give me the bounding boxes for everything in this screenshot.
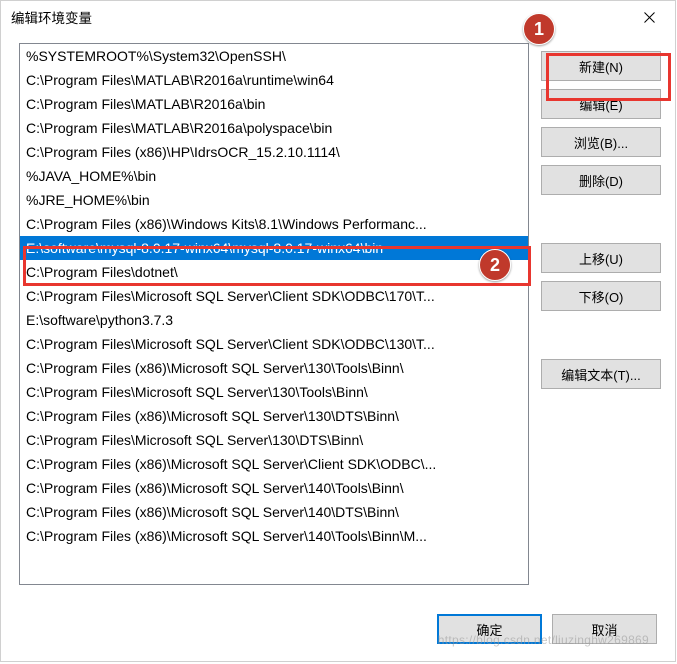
path-listbox[interactable]: %SYSTEMROOT%\System32\OpenSSH\C:\Program… xyxy=(19,43,529,585)
env-var-dialog: 编辑环境变量 %SYSTEMROOT%\System32\OpenSSH\C:\… xyxy=(0,0,676,662)
edit-text-button[interactable]: 编辑文本(T)... xyxy=(541,359,661,389)
list-wrapper: %SYSTEMROOT%\System32\OpenSSH\C:\Program… xyxy=(19,43,531,587)
annotation-badge-2: 2 xyxy=(479,249,511,281)
list-item[interactable]: C:\Program Files\Microsoft SQL Server\13… xyxy=(20,428,528,452)
annotation-badge-1: 1 xyxy=(523,13,555,45)
content-area: %SYSTEMROOT%\System32\OpenSSH\C:\Program… xyxy=(1,33,675,587)
close-icon xyxy=(644,12,655,23)
list-item[interactable]: E:\software\python3.7.3 xyxy=(20,308,528,332)
list-item[interactable]: C:\Program Files (x86)\Microsoft SQL Ser… xyxy=(20,452,528,476)
button-column: 新建(N) 编辑(E) 浏览(B)... 删除(D) 上移(U) 下移(O) 编… xyxy=(541,43,661,587)
list-item[interactable]: C:\Program Files\MATLAB\R2016a\polyspace… xyxy=(20,116,528,140)
titlebar: 编辑环境变量 xyxy=(1,1,675,33)
list-item[interactable]: C:\Program Files\Microsoft SQL Server\Cl… xyxy=(20,332,528,356)
list-item[interactable]: C:\Program Files\Microsoft SQL Server\Cl… xyxy=(20,284,528,308)
cancel-button[interactable]: 取消 xyxy=(552,614,657,644)
ok-button[interactable]: 确定 xyxy=(437,614,542,644)
list-item[interactable]: C:\Program Files\Microsoft SQL Server\13… xyxy=(20,380,528,404)
list-item[interactable]: C:\Program Files\MATLAB\R2016a\runtime\w… xyxy=(20,68,528,92)
list-item[interactable]: E:\software\mysql-8.0.17-winx64\mysql-8.… xyxy=(20,236,528,260)
list-item[interactable]: C:\Program Files (x86)\Microsoft SQL Ser… xyxy=(20,356,528,380)
list-item[interactable]: C:\Program Files\MATLAB\R2016a\bin xyxy=(20,92,528,116)
list-item[interactable]: %JAVA_HOME%\bin xyxy=(20,164,528,188)
list-item[interactable]: C:\Program Files (x86)\Windows Kits\8.1\… xyxy=(20,212,528,236)
close-button[interactable] xyxy=(627,2,671,32)
list-item[interactable]: %JRE_HOME%\bin xyxy=(20,188,528,212)
list-item[interactable]: C:\Program Files (x86)\Microsoft SQL Ser… xyxy=(20,524,528,548)
edit-button[interactable]: 编辑(E) xyxy=(541,89,661,119)
list-item[interactable]: C:\Program Files (x86)\Microsoft SQL Ser… xyxy=(20,500,528,524)
move-down-button[interactable]: 下移(O) xyxy=(541,281,661,311)
list-item[interactable]: %SYSTEMROOT%\System32\OpenSSH\ xyxy=(20,44,528,68)
move-up-button[interactable]: 上移(U) xyxy=(541,243,661,273)
delete-button[interactable]: 删除(D) xyxy=(541,165,661,195)
list-item[interactable]: C:\Program Files\dotnet\ xyxy=(20,260,528,284)
browse-button[interactable]: 浏览(B)... xyxy=(541,127,661,157)
new-button[interactable]: 新建(N) xyxy=(541,51,661,81)
list-item[interactable]: C:\Program Files (x86)\HP\IdrsOCR_15.2.1… xyxy=(20,140,528,164)
list-item[interactable]: C:\Program Files (x86)\Microsoft SQL Ser… xyxy=(20,476,528,500)
list-item[interactable]: C:\Program Files (x86)\Microsoft SQL Ser… xyxy=(20,404,528,428)
dialog-footer: 确定 取消 xyxy=(1,597,675,661)
